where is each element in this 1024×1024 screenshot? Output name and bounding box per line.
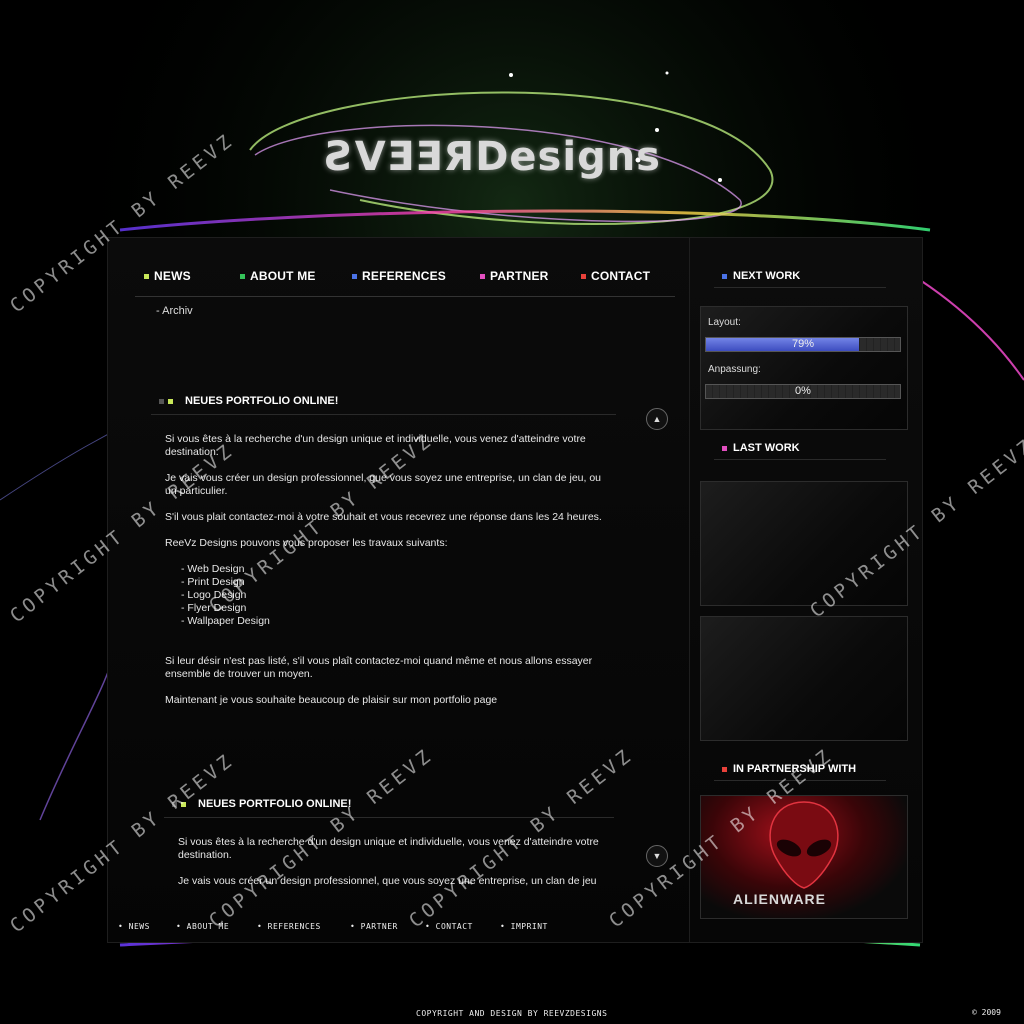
heading-label: LAST WORK	[733, 442, 800, 454]
nav-partner[interactable]: PARTNER	[480, 269, 549, 283]
footer-link-references[interactable]: • REFERENCES	[257, 922, 321, 931]
archive-link[interactable]: - Archiv	[156, 305, 193, 317]
post-paragraph: ReeVz Designs pouvons vous proposer les …	[165, 537, 448, 549]
post-title: NEUES PORTFOLIO ONLINE!	[198, 798, 352, 810]
heading-bullet-icon	[722, 445, 727, 451]
footer-link-about-me[interactable]: • ABOUT ME	[176, 922, 229, 931]
nav-label: CONTACT	[591, 269, 651, 283]
anpassung-progress-bar: 0%	[705, 384, 901, 399]
anpassung-percent: 0%	[795, 385, 811, 397]
nav-contact[interactable]: CONTACT	[581, 269, 650, 283]
list-item: - Wallpaper Design	[181, 615, 270, 627]
list-item: - Logo Design	[181, 589, 247, 601]
nav-references[interactable]: REFERENCES	[352, 269, 446, 283]
main-nav: NEWS ABOUT ME REFERENCES PARTNER CONTACT	[135, 262, 675, 297]
list-item: - Web Design	[181, 563, 245, 575]
last-work-heading: LAST WORK	[714, 437, 886, 460]
nav-label: ABOUT ME	[250, 269, 316, 283]
post-title-bar: NEUES PORTFOLIO ONLINE!	[151, 388, 616, 415]
footer-link-partner[interactable]: • PARTNER	[350, 922, 398, 931]
next-work-heading: NEXT WORK	[714, 265, 886, 288]
nav-bullet-icon	[581, 273, 586, 279]
heading-bullet-icon	[722, 273, 727, 279]
post-title: NEUES PORTFOLIO ONLINE!	[185, 395, 339, 407]
last-work-thumbnail-2[interactable]	[700, 616, 908, 741]
nav-bullet-icon	[144, 273, 149, 279]
nav-label: PARTNER	[490, 269, 549, 283]
nav-label: NEWS	[154, 269, 191, 283]
nav-label: REFERENCES	[362, 269, 447, 283]
footer-nav: • NEWS • ABOUT ME • REFERENCES • PARTNER…	[118, 922, 678, 936]
post-body: Si vous êtes à la recherche d'un design …	[165, 433, 615, 720]
nav-bullet-icon	[480, 273, 485, 279]
nav-bullet-icon	[240, 273, 245, 279]
footer-link-news[interactable]: • NEWS	[118, 922, 150, 931]
heading-bullet-icon	[722, 766, 727, 772]
nav-news[interactable]: NEWS	[144, 269, 191, 283]
site-logo[interactable]: ƧVƎƎЯDesigns	[325, 126, 685, 206]
layout-progress-bar: 79%	[705, 337, 901, 352]
layout-percent: 79%	[791, 338, 815, 350]
footer-link-contact[interactable]: • CONTACT	[425, 922, 473, 931]
post-title-bar: NEUES PORTFOLIO ONLINE!	[164, 791, 614, 818]
logo-text: ƧVƎƎЯDesigns	[325, 134, 661, 180]
services-list: - Web Design - Print Design - Logo Desig…	[165, 563, 615, 628]
last-work-thumbnail-1[interactable]	[700, 481, 908, 606]
scroll-down-button[interactable]: ▼	[646, 845, 668, 867]
post-paragraph: Si vous êtes à la recherche d'un design …	[165, 433, 586, 458]
post-paragraph: Si leur désir n'est pas listé, s'il vous…	[165, 655, 593, 680]
heading-label: IN PARTNERSHIP WITH	[733, 763, 857, 775]
post-dots-icon	[172, 801, 186, 807]
scroll-up-button[interactable]: ▲	[646, 408, 668, 430]
list-item: - Flyer Design	[181, 602, 247, 614]
partnership-heading: IN PARTNERSHIP WITH	[714, 758, 886, 781]
post-paragraph: Je vais vous créer un design professionn…	[178, 875, 597, 886]
partner-name: ALIENWARE	[733, 891, 826, 907]
post-dots-icon	[159, 398, 173, 404]
footer-copyright: COPYRIGHT AND DESIGN BY REEVZDESIGNS	[416, 1009, 608, 1018]
post-paragraph: Maintenant je vous souhaite beaucoup de …	[165, 694, 498, 706]
post-paragraph: Je vais vous créer un design professionn…	[165, 472, 602, 497]
layout-label: Layout:	[708, 317, 741, 328]
footer-link-imprint[interactable]: • IMPRINT	[500, 922, 548, 931]
heading-label: NEXT WORK	[733, 270, 801, 282]
nav-bullet-icon	[352, 273, 357, 279]
anpassung-label: Anpassung:	[708, 364, 761, 375]
nav-about-me[interactable]: ABOUT ME	[240, 269, 316, 283]
list-item: - Print Design	[181, 576, 245, 588]
footer-year: © 2009	[972, 1008, 1001, 1017]
post-paragraph: Si vous êtes à la recherche d'un design …	[178, 836, 599, 861]
post-body: Si vous êtes à la recherche d'un design …	[178, 836, 618, 886]
post-paragraph: S'il vous plait contactez-moi à votre so…	[165, 511, 602, 523]
